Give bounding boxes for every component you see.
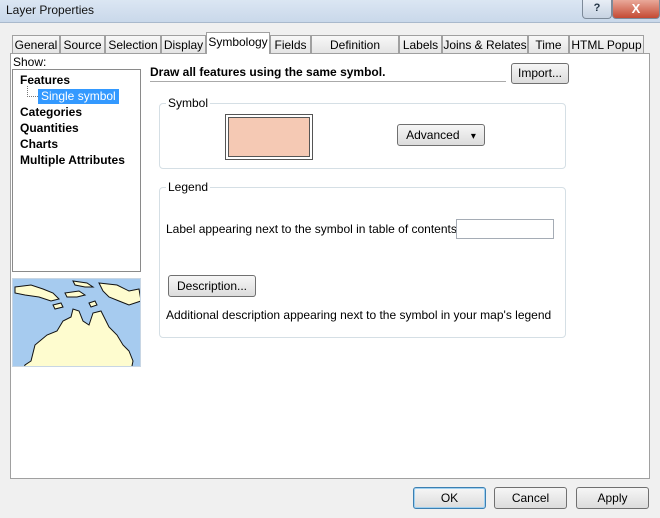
window-title: Layer Properties (6, 3, 95, 17)
toc-label: Label appearing next to the symbol in ta… (166, 222, 461, 236)
close-button[interactable]: X (612, 0, 660, 19)
tab-fields[interactable]: Fields (270, 35, 311, 53)
tab-html-popup[interactable]: HTML Popup (569, 35, 644, 53)
description-help-text: Additional description appearing next to… (166, 308, 552, 322)
tree-item-quantities[interactable]: Quantities (20, 121, 79, 135)
renderer-tree[interactable]: Features Single symbol Categories Quanti… (12, 69, 141, 272)
dropdown-arrow-icon: ▾ (470, 131, 476, 142)
title-bar[interactable]: Layer Properties ? X (0, 0, 660, 23)
renderer-preview-map (12, 278, 141, 367)
tree-item-features[interactable]: Features (20, 73, 70, 87)
tab-labels[interactable]: Labels (399, 35, 442, 53)
legend-group-label: Legend (166, 180, 211, 194)
toc-label-input[interactable] (456, 219, 554, 239)
import-button[interactable]: Import... (511, 63, 569, 84)
tree-item-single-symbol[interactable]: Single symbol (38, 89, 119, 104)
renderer-heading: Draw all features using the same symbol. (150, 63, 506, 82)
symbol-group-label: Symbol (166, 96, 211, 110)
ok-button[interactable]: OK (413, 487, 486, 509)
symbol-swatch-button[interactable] (225, 114, 313, 160)
description-button[interactable]: Description... (168, 275, 256, 297)
tree-connector (27, 86, 38, 97)
symbol-groupbox: Symbol (159, 96, 566, 169)
help-button[interactable]: ? (582, 0, 612, 19)
australia-map-graphic (14, 280, 140, 366)
tab-definition-query[interactable]: Definition Query (311, 35, 399, 70)
tab-display[interactable]: Display (161, 35, 206, 53)
tab-joins-relates[interactable]: Joins & Relates (442, 35, 528, 53)
tree-item-categories[interactable]: Categories (20, 105, 82, 119)
symbol-fill (228, 117, 310, 157)
show-label: Show: (13, 55, 47, 69)
tab-selection[interactable]: Selection (105, 35, 161, 53)
tree-item-charts[interactable]: Charts (20, 137, 58, 151)
tab-symbology[interactable]: Symbology (206, 32, 270, 54)
tree-item-multiple-attributes[interactable]: Multiple Attributes (20, 153, 125, 167)
advanced-button[interactable]: Advanced ▾ (397, 124, 485, 146)
cancel-button[interactable]: Cancel (494, 487, 567, 509)
layer-properties-dialog: Layer Properties ? X General Source Sele… (0, 0, 660, 518)
apply-button[interactable]: Apply (576, 487, 649, 509)
tab-general[interactable]: General (12, 35, 60, 53)
tab-time[interactable]: Time (528, 35, 569, 53)
advanced-label: Advanced (406, 128, 460, 142)
tab-source[interactable]: Source (60, 35, 105, 53)
